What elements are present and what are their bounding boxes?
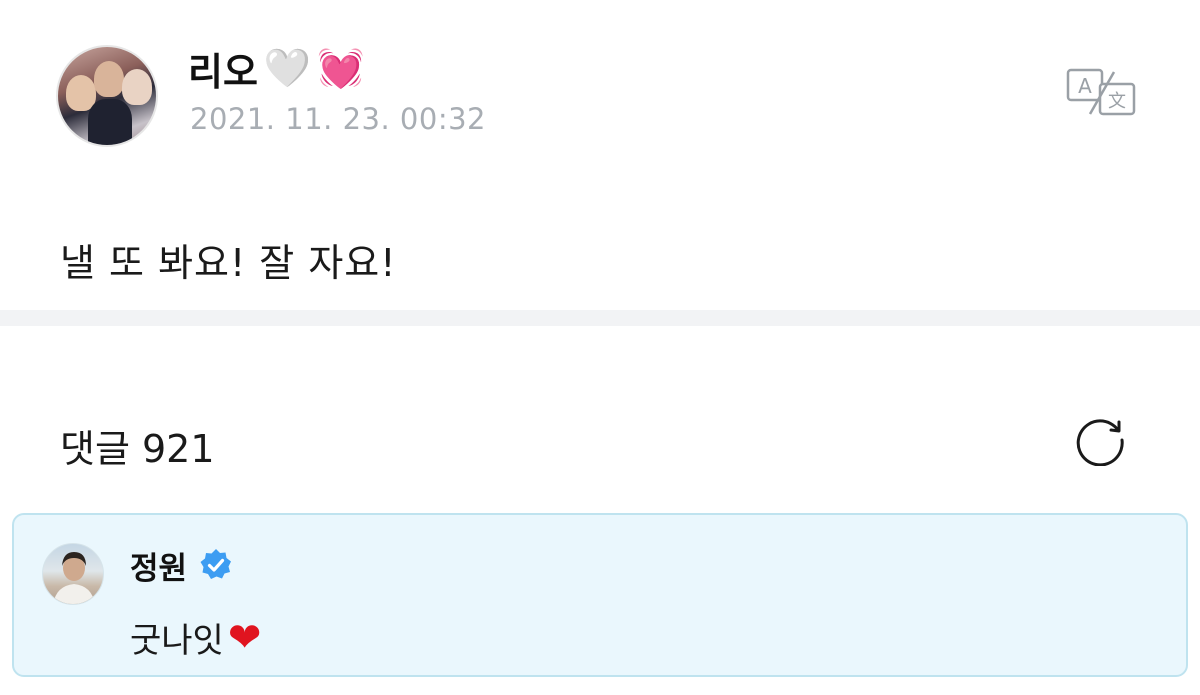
svg-text:文: 文 <box>1108 91 1126 112</box>
comment-item[interactable]: 정원 굿나잇 ❤ <box>12 513 1188 677</box>
comments-count: 댓글 921 <box>60 427 215 471</box>
commenter-name[interactable]: 정원 <box>130 543 187 588</box>
author-avatar[interactable] <box>56 45 158 147</box>
post-date: 2021. 11. 23. 00:32 <box>190 102 486 136</box>
svg-text:A: A <box>1078 74 1092 98</box>
verified-badge-icon <box>200 549 232 579</box>
post-header: 리오 🤍 💓 2021. 11. 23. 00:32 A 文 <box>0 0 1200 180</box>
refresh-button[interactable] <box>1073 414 1129 467</box>
section-divider <box>0 310 1200 326</box>
red-heart-emoji: ❤ <box>227 614 262 661</box>
author-name[interactable]: 리오 🤍 💓 <box>188 42 365 94</box>
post-body: 낼 또 봐요! 잘 자요! <box>60 241 397 285</box>
white-heart-emoji: 🤍 <box>263 46 312 90</box>
translate-icon: A 文 <box>1066 68 1136 116</box>
commenter-avatar[interactable] <box>42 543 104 605</box>
author-name-text: 리오 <box>188 49 258 94</box>
translate-button[interactable]: A 文 <box>1066 68 1138 118</box>
comment-text: 굿나잇 ❤ <box>130 613 261 662</box>
person-photo-icon <box>53 552 95 604</box>
comment-text-body: 굿나잇 <box>130 621 224 661</box>
refresh-icon <box>1076 419 1124 467</box>
beating-heart-emoji: 💓 <box>317 46 365 90</box>
commenter-row: 정원 <box>130 543 233 588</box>
